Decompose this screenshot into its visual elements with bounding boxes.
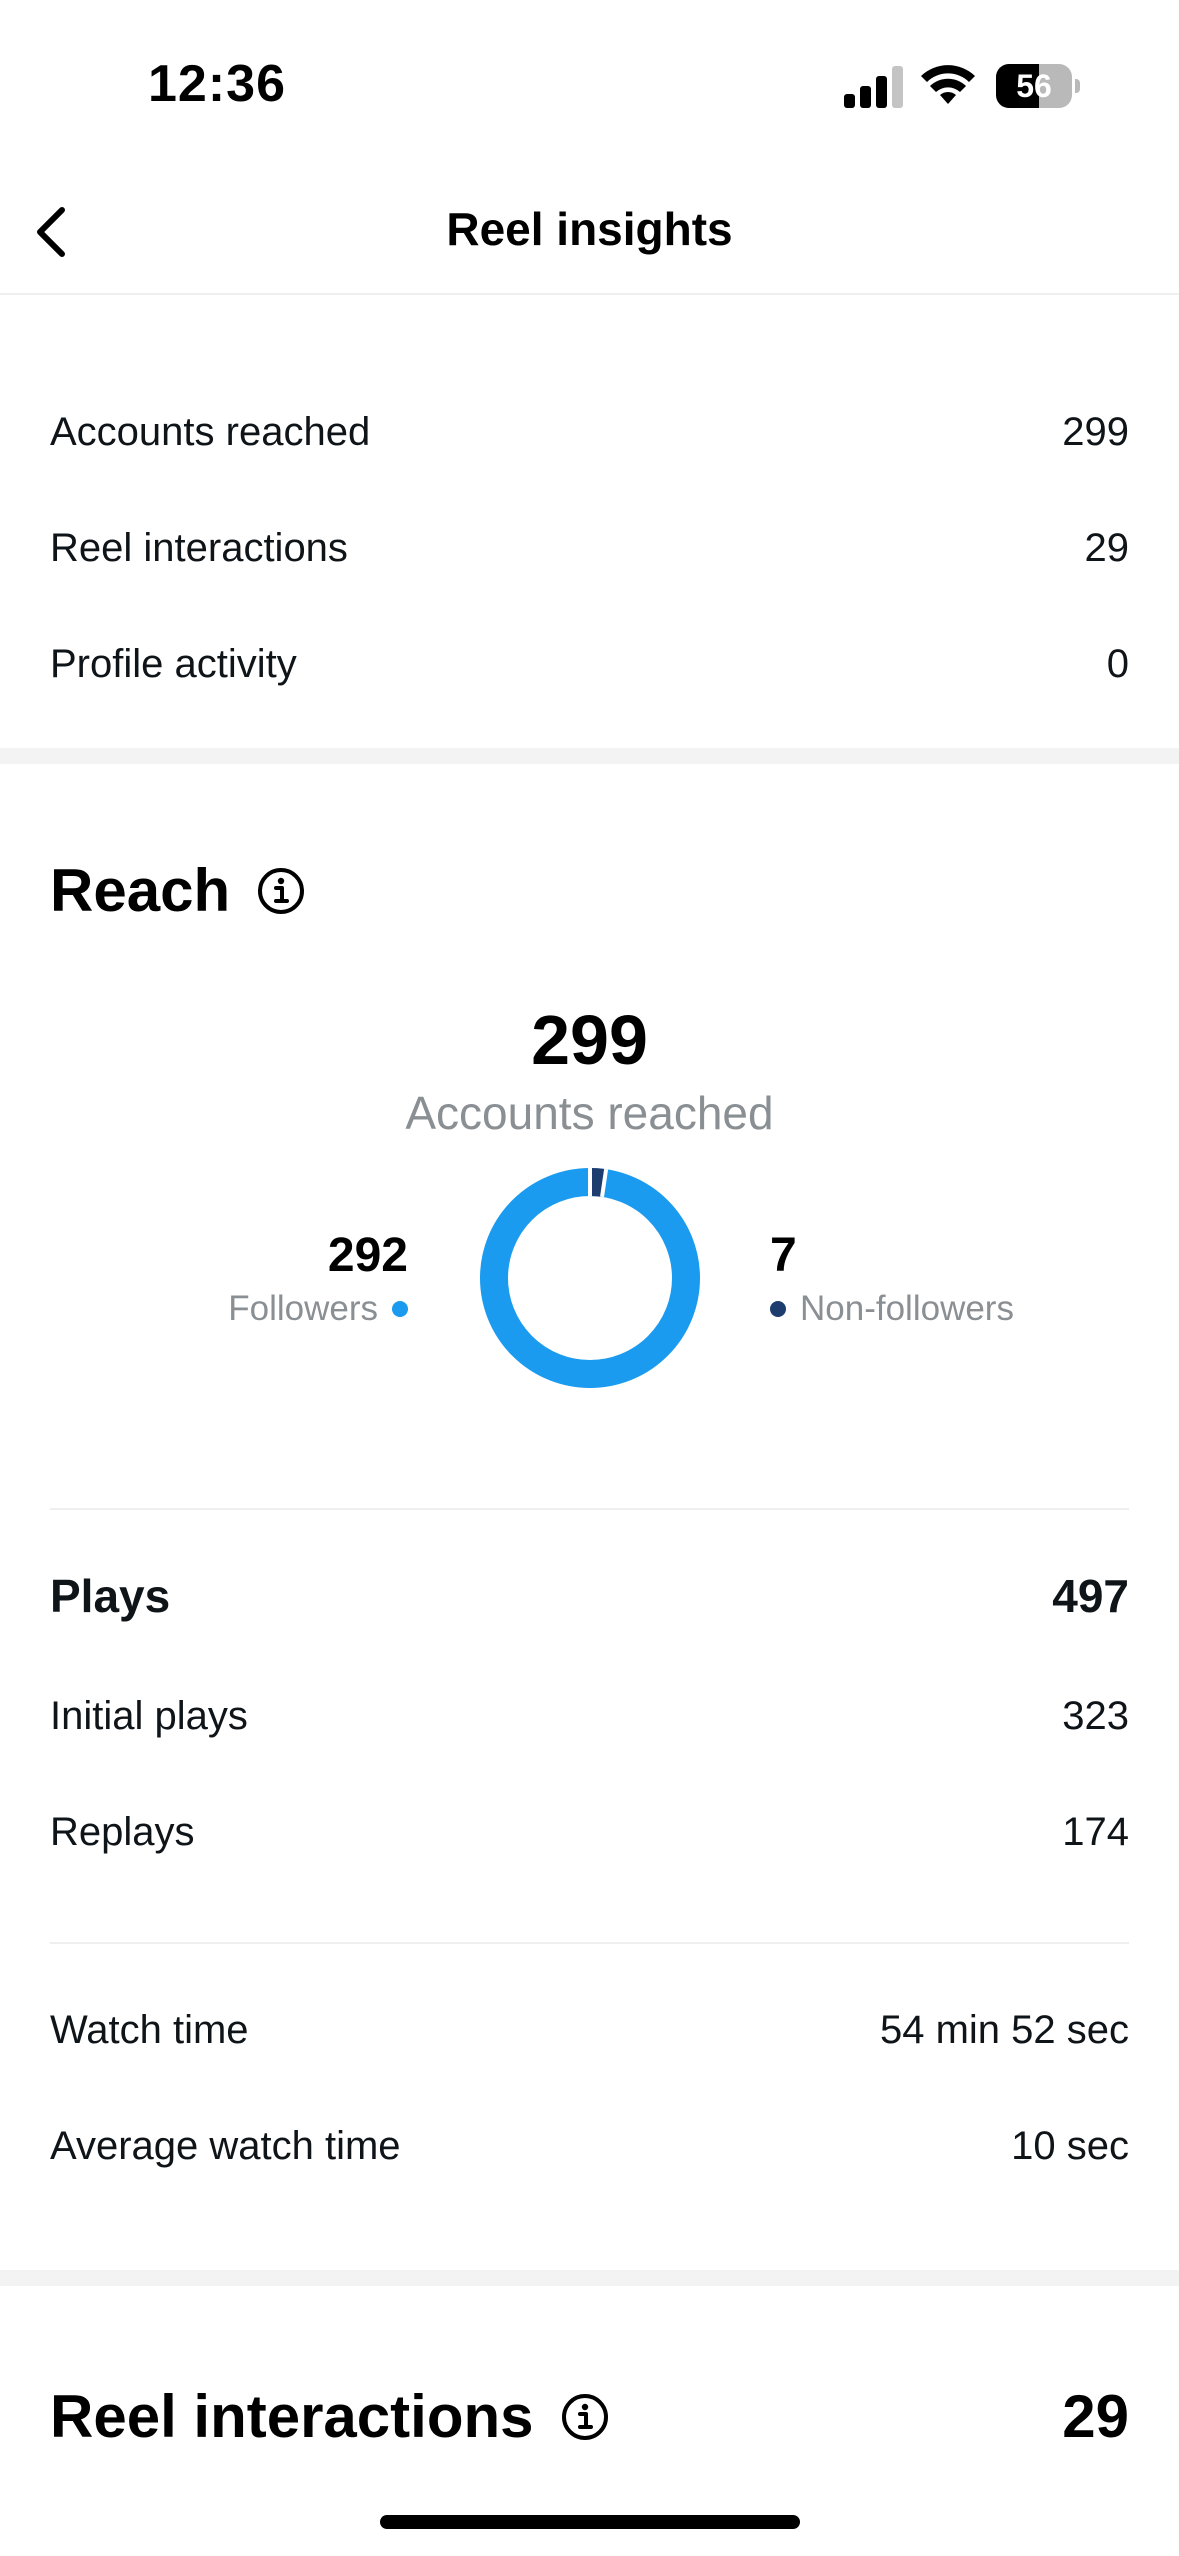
status-time: 12:36 xyxy=(148,55,286,113)
plays-label: Replays xyxy=(50,1809,195,1854)
overview-value: 0 xyxy=(1106,641,1129,686)
non-followers-stat: 7 Non-followers xyxy=(770,1226,1014,1332)
watch-value: 10 sec xyxy=(1011,2123,1129,2168)
section-separator xyxy=(0,748,1179,764)
donut-followers-segment xyxy=(480,1168,700,1388)
overview-row-profile-activity[interactable]: Profile activity 0 xyxy=(50,634,1129,694)
plays-value: 174 xyxy=(1062,1809,1129,1854)
followers-count: 292 xyxy=(327,1229,408,1282)
watch-label: Watch time xyxy=(50,2007,249,2052)
divider xyxy=(50,1508,1129,1510)
watch-value: 54 min 52 sec xyxy=(879,2007,1129,2052)
reel-interactions-total: 29 xyxy=(1062,2383,1129,2450)
signal-icon xyxy=(844,66,903,108)
page-title: Reel insights xyxy=(446,203,733,255)
plays-title: Plays xyxy=(50,1570,171,1622)
reach-donut-chart xyxy=(480,1168,700,1388)
overview-value: 299 xyxy=(1062,409,1129,454)
battery-icon: 56 xyxy=(996,64,1080,108)
battery-level: 56 xyxy=(1016,68,1052,104)
overview-row-accounts-reached[interactable]: Accounts reached 299 xyxy=(50,402,1129,462)
status-bar: 12:36 56 xyxy=(0,0,1179,170)
overview-value: 29 xyxy=(1084,525,1130,570)
overview-label: Profile activity xyxy=(50,641,297,686)
watch-time-row[interactable]: Watch time 54 min 52 sec xyxy=(50,2000,1129,2060)
overview-row-reel-interactions[interactable]: Reel interactions 29 xyxy=(50,518,1129,578)
non-followers-label: Non-followers xyxy=(800,1289,1014,1328)
info-icon[interactable] xyxy=(256,866,306,916)
section-separator xyxy=(0,2270,1179,2286)
followers-legend-dot xyxy=(392,1301,408,1317)
non-followers-count: 7 xyxy=(770,1229,797,1282)
reach-title: Reach xyxy=(50,857,231,924)
plays-row-replays[interactable]: Replays 174 xyxy=(50,1802,1129,1862)
followers-stat: 292 Followers xyxy=(228,1226,408,1332)
info-icon[interactable] xyxy=(560,2392,610,2442)
average-watch-time-row[interactable]: Average watch time 10 sec xyxy=(50,2116,1129,2176)
reach-total: 299 xyxy=(531,1001,648,1079)
non-followers-legend-dot xyxy=(770,1301,786,1317)
divider xyxy=(50,1942,1129,1944)
plays-value: 323 xyxy=(1062,1693,1129,1738)
reel-interactions-title: Reel interactions xyxy=(50,2383,534,2450)
overview-label: Accounts reached xyxy=(50,409,371,454)
reel-interactions-section[interactable]: Reel interactions 29 xyxy=(50,2382,1129,2451)
followers-label: Followers xyxy=(228,1289,378,1328)
watch-label: Average watch time xyxy=(50,2123,401,2168)
plays-row[interactable]: Plays 497 xyxy=(50,1566,1129,1626)
plays-total: 497 xyxy=(1052,1570,1129,1622)
plays-label: Initial plays xyxy=(50,1693,248,1738)
wifi-icon xyxy=(921,65,975,104)
overview-label: Reel interactions xyxy=(50,525,348,570)
plays-row-initial[interactable]: Initial plays 323 xyxy=(50,1686,1129,1746)
reach-section-title: Reach xyxy=(50,856,306,925)
home-indicator[interactable] xyxy=(380,2515,800,2529)
nav-bar: Reel insights xyxy=(0,170,1179,295)
reach-total-label: Accounts reached xyxy=(405,1087,774,1139)
